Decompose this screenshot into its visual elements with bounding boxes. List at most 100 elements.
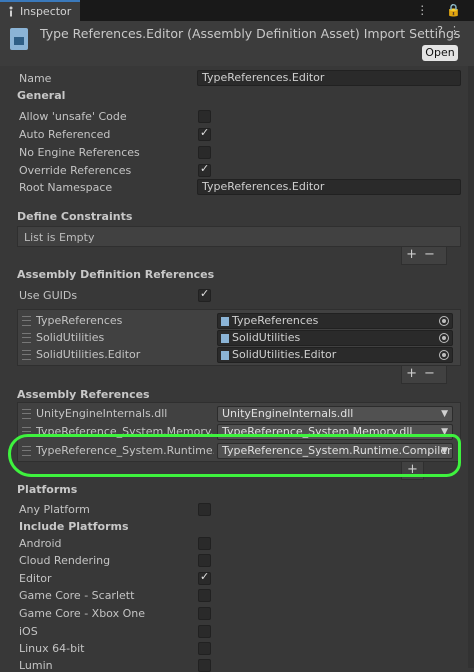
list-item-name: TypeReference_System.Memory.dll xyxy=(36,425,214,438)
add-button[interactable]: + xyxy=(406,247,424,262)
define-constraints-header: Define Constraints xyxy=(17,210,133,223)
use-guids-checkbox[interactable] xyxy=(198,287,211,302)
name-field[interactable]: TypeReferences.Editor xyxy=(197,70,461,86)
drag-handle-icon[interactable] xyxy=(22,316,31,326)
object-field[interactable]: SolidUtilities xyxy=(217,330,453,346)
drag-handle-icon[interactable] xyxy=(22,333,31,343)
list-item-name: TypeReference_System.Runtime.Co xyxy=(36,444,214,457)
object-field-value: TypeReferences xyxy=(232,314,319,327)
info-icon xyxy=(9,6,13,17)
dropdown-value: TypeReference_System.Runtime.CompilerSe xyxy=(222,444,453,457)
tab-tools[interactable]: ⋮ 🔒 xyxy=(416,3,468,17)
tab-inspector[interactable]: Inspector xyxy=(0,0,80,21)
no-engine-refs-checkbox[interactable] xyxy=(198,146,211,159)
list-item[interactable]: SolidUtilities.Editor SolidUtilities.Edi… xyxy=(18,346,460,364)
platform-xbox-one-checkbox[interactable] xyxy=(198,607,211,620)
list-item-name: SolidUtilities xyxy=(36,331,105,344)
object-field-value: SolidUtilities.Editor xyxy=(232,348,337,361)
asmdef-icon xyxy=(221,351,229,360)
list-item[interactable]: TypeReferences TypeReferences xyxy=(18,312,460,330)
dll-dropdown[interactable]: UnityEngineInternals.dll ▼ xyxy=(217,406,453,422)
header-tools[interactable]: ?⋮ xyxy=(437,24,466,37)
remove-button[interactable]: − xyxy=(424,247,442,262)
list-item-name: TypeReferences xyxy=(36,314,123,327)
platform-ios-checkbox[interactable] xyxy=(198,625,211,638)
list-item[interactable]: UnityEngineInternals.dll UnityEngineInte… xyxy=(18,405,460,423)
platform-android-checkbox[interactable] xyxy=(198,537,211,550)
platform-cloud-rendering-checkbox[interactable] xyxy=(198,554,211,567)
object-picker-icon[interactable] xyxy=(439,316,449,326)
list-item-name: SolidUtilities.Editor xyxy=(36,348,141,361)
platform-editor-checkbox[interactable] xyxy=(198,570,211,585)
use-guids-label: Use GUIDs xyxy=(19,289,78,302)
dropdown-value: TypeReference_System.Memory.dll xyxy=(222,425,413,438)
settings-menu-icon[interactable]: ⋮ xyxy=(449,24,466,37)
platform-linux-checkbox[interactable] xyxy=(198,642,211,655)
object-field[interactable]: SolidUtilities.Editor xyxy=(217,347,453,363)
list-item[interactable]: TypeReference_System.Runtime.Co TypeRefe… xyxy=(18,442,460,460)
tab-bar: Inspector ⋮ 🔒 xyxy=(0,0,474,21)
platform-label: iOS xyxy=(19,625,38,638)
dropdown-arrow-icon: ▼ xyxy=(441,409,448,419)
dropdown-arrow-icon: ▼ xyxy=(441,446,448,456)
asmdef-file-icon xyxy=(10,28,28,50)
any-platform-checkbox[interactable] xyxy=(198,503,211,516)
platform-label: Android xyxy=(19,537,62,550)
dll-dropdown[interactable]: TypeReference_System.Memory.dll ▼ xyxy=(217,424,453,440)
allow-unsafe-label: Allow 'unsafe' Code xyxy=(19,110,127,123)
any-platform-label: Any Platform xyxy=(19,503,90,516)
open-button[interactable]: Open xyxy=(422,45,458,61)
define-constraints-controls: +− xyxy=(401,247,447,265)
dropdown-arrow-icon: ▼ xyxy=(441,427,448,437)
list-item[interactable]: SolidUtilities SolidUtilities xyxy=(18,329,460,347)
platform-label: Editor xyxy=(19,572,52,585)
dropdown-value: UnityEngineInternals.dll xyxy=(222,407,354,420)
scrollbar[interactable] xyxy=(468,66,474,668)
root-namespace-label: Root Namespace xyxy=(19,181,113,194)
platform-label: Linux 64-bit xyxy=(19,642,85,655)
drag-handle-icon[interactable] xyxy=(22,427,31,437)
override-refs-label: Override References xyxy=(19,164,132,177)
name-label: Name xyxy=(19,72,52,85)
object-picker-icon[interactable] xyxy=(439,333,449,343)
auto-referenced-checkbox[interactable] xyxy=(198,126,211,141)
platform-label: Game Core - Xbox One xyxy=(19,607,145,620)
add-button[interactable]: + xyxy=(406,366,424,381)
remove-button[interactable]: − xyxy=(424,366,442,381)
no-engine-refs-label: No Engine References xyxy=(19,146,140,159)
platform-label: Lumin xyxy=(19,659,53,672)
asm-def-refs-header: Assembly Definition References xyxy=(17,268,215,281)
general-header: General xyxy=(17,89,66,102)
drag-handle-icon[interactable] xyxy=(22,446,31,456)
asmdef-icon xyxy=(221,334,229,343)
empty-list-text: List is Empty xyxy=(24,231,95,244)
allow-unsafe-checkbox[interactable] xyxy=(198,110,211,123)
dll-dropdown[interactable]: TypeReference_System.Runtime.CompilerSe ▼ xyxy=(217,443,453,459)
drag-handle-icon[interactable] xyxy=(22,350,31,360)
list-item[interactable]: TypeReference_System.Memory.dll TypeRefe… xyxy=(18,423,460,441)
platform-label: Cloud Rendering xyxy=(19,554,111,567)
asm-refs-list: UnityEngineInternals.dll UnityEngineInte… xyxy=(17,402,461,462)
help-icon[interactable]: ? xyxy=(437,24,449,37)
object-picker-icon[interactable] xyxy=(439,350,449,360)
override-refs-checkbox[interactable] xyxy=(198,162,211,177)
platform-label: Game Core - Scarlett xyxy=(19,589,135,602)
list-item-name: UnityEngineInternals.dll xyxy=(36,407,168,420)
include-platforms-header: Include Platforms xyxy=(19,520,129,533)
object-field[interactable]: TypeReferences xyxy=(217,313,453,329)
asm-def-refs-list: TypeReferences TypeReferences SolidUtili… xyxy=(17,309,461,366)
object-field-value: SolidUtilities xyxy=(232,331,301,344)
define-constraints-list: List is Empty xyxy=(17,226,461,247)
asm-def-refs-controls: +− xyxy=(401,366,447,384)
asm-refs-controls: + xyxy=(401,462,424,480)
drag-handle-icon[interactable] xyxy=(22,409,31,419)
platform-lumin-checkbox[interactable] xyxy=(198,659,211,672)
platform-scarlett-checkbox[interactable] xyxy=(198,589,211,602)
tab-label: Inspector xyxy=(20,5,72,18)
asm-refs-header: Assembly References xyxy=(17,388,150,401)
root-namespace-field[interactable]: TypeReferences.Editor xyxy=(197,179,461,195)
add-button[interactable]: + xyxy=(407,462,418,477)
asmdef-icon xyxy=(221,317,229,326)
auto-referenced-label: Auto Referenced xyxy=(19,128,111,141)
platforms-header: Platforms xyxy=(17,483,78,496)
